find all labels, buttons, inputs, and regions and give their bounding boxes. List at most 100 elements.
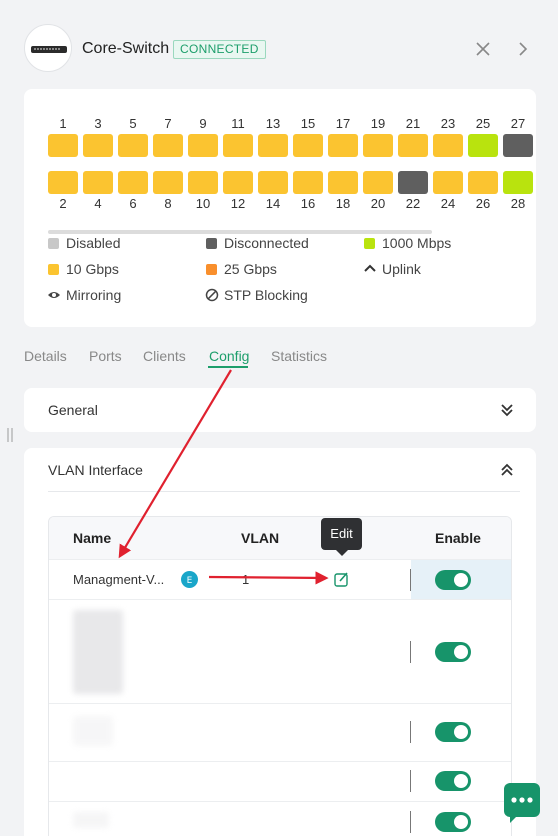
port-number: 14 [265, 196, 281, 211]
port-14[interactable] [258, 171, 288, 194]
gbps10-swatch [48, 264, 59, 275]
port-24[interactable] [433, 171, 463, 194]
port-number: 1 [59, 116, 67, 131]
port-number: 17 [335, 116, 351, 131]
port-3[interactable] [83, 134, 113, 157]
port-number: 12 [230, 196, 246, 211]
port-20[interactable] [363, 171, 393, 194]
port-scrollbar[interactable] [48, 230, 432, 234]
column-enable: Enable [435, 530, 481, 546]
port-23[interactable] [433, 134, 463, 157]
port-number: 8 [164, 196, 172, 211]
device-header: Core-Switch CONNECTED [0, 0, 558, 96]
eye-icon [48, 292, 60, 298]
vlan-name-cell: Managment-V... [73, 572, 165, 587]
port-number: 7 [164, 116, 172, 131]
port-number: 26 [475, 196, 491, 211]
port-number: 24 [440, 196, 456, 211]
port-number: 19 [370, 116, 386, 131]
row-divider [410, 721, 411, 743]
row-divider [410, 770, 411, 792]
port-2[interactable] [48, 171, 78, 194]
enable-toggle[interactable] [435, 642, 471, 662]
legend-stp-label: STP Blocking [224, 287, 308, 303]
port-17[interactable] [328, 134, 358, 157]
section-divider [48, 491, 520, 492]
table-row: Managment-V... E 1 [49, 559, 511, 600]
port-number: 5 [129, 116, 137, 131]
expand-icon[interactable] [500, 403, 514, 417]
port-number: 23 [440, 116, 456, 131]
port-22[interactable] [398, 171, 428, 194]
column-vlan: VLAN [241, 530, 280, 546]
port-28[interactable] [503, 171, 533, 194]
close-icon[interactable] [474, 40, 492, 58]
port-number: 11 [231, 116, 245, 131]
status-badge: CONNECTED [173, 40, 266, 59]
port-26[interactable] [468, 171, 498, 194]
port-number: 15 [300, 116, 316, 131]
table-row [49, 599, 511, 703]
chevron-right-icon[interactable] [514, 40, 532, 58]
tab-config[interactable]: Config [209, 348, 249, 364]
port-1[interactable] [48, 134, 78, 157]
port-number: 21 [405, 116, 421, 131]
chat-button[interactable] [504, 783, 540, 823]
port-16[interactable] [293, 171, 323, 194]
port-number: 3 [94, 116, 102, 131]
port-number: 2 [59, 196, 67, 211]
legend-mirroring-label: Mirroring [66, 287, 122, 303]
port-number: 13 [265, 116, 281, 131]
port-7[interactable] [153, 134, 183, 157]
port-6[interactable] [118, 171, 148, 194]
enable-toggle[interactable] [435, 570, 471, 590]
port-panel: 1 3 5 7 9 11 13 15 17 19 21 23 25 27 2 4 6 8 10 12 14 16 18 20 2… [24, 89, 536, 327]
tab-clients[interactable]: Clients [143, 348, 186, 364]
port-number: 16 [300, 196, 316, 211]
port-13[interactable] [258, 134, 288, 157]
vlan-interface-title: VLAN Interface [48, 462, 143, 478]
port-4[interactable] [83, 171, 113, 194]
general-title: General [48, 402, 98, 418]
port-9[interactable] [188, 134, 218, 157]
port-25[interactable] [468, 134, 498, 157]
general-section[interactable]: General [24, 388, 536, 432]
management-icon: E [181, 571, 198, 588]
port-10[interactable] [188, 171, 218, 194]
legend-disconnected-label: Disconnected [224, 235, 309, 251]
edit-icon[interactable] [333, 571, 350, 588]
port-21[interactable] [398, 134, 428, 157]
port-8[interactable] [153, 171, 183, 194]
table-row [49, 761, 511, 801]
enable-toggle[interactable] [435, 812, 471, 832]
port-11[interactable] [223, 134, 253, 157]
gbps25-swatch [206, 264, 217, 275]
vlan-table: Name VLAN Enable Managment-V... E 1 [48, 516, 512, 836]
port-number: 20 [370, 196, 386, 211]
redacted-name [73, 610, 123, 694]
column-name: Name [73, 530, 112, 546]
tab-details[interactable]: Details [24, 348, 67, 364]
enable-toggle[interactable] [435, 771, 471, 791]
vlan-id-cell: 1 [242, 572, 250, 587]
table-header: Name VLAN Enable [49, 517, 511, 559]
port-19[interactable] [363, 134, 393, 157]
enable-toggle[interactable] [435, 722, 471, 742]
tab-ports[interactable]: Ports [89, 348, 122, 364]
tab-statistics[interactable]: Statistics [271, 348, 327, 364]
row-divider [410, 569, 411, 591]
port-number: 18 [335, 196, 351, 211]
port-27[interactable] [503, 134, 533, 157]
legend-1000mbps-label: 1000 Mbps [382, 235, 452, 251]
port-18[interactable] [328, 171, 358, 194]
collapse-icon[interactable] [500, 463, 514, 477]
port-15[interactable] [293, 134, 323, 157]
port-5[interactable] [118, 134, 148, 157]
redacted-name [73, 716, 113, 746]
table-row [49, 703, 511, 761]
resize-handle-icon[interactable] [7, 428, 13, 442]
port-12[interactable] [223, 171, 253, 194]
legend-25gbps-label: 25 Gbps [224, 261, 277, 277]
table-row [49, 801, 511, 836]
row-divider [410, 811, 411, 833]
